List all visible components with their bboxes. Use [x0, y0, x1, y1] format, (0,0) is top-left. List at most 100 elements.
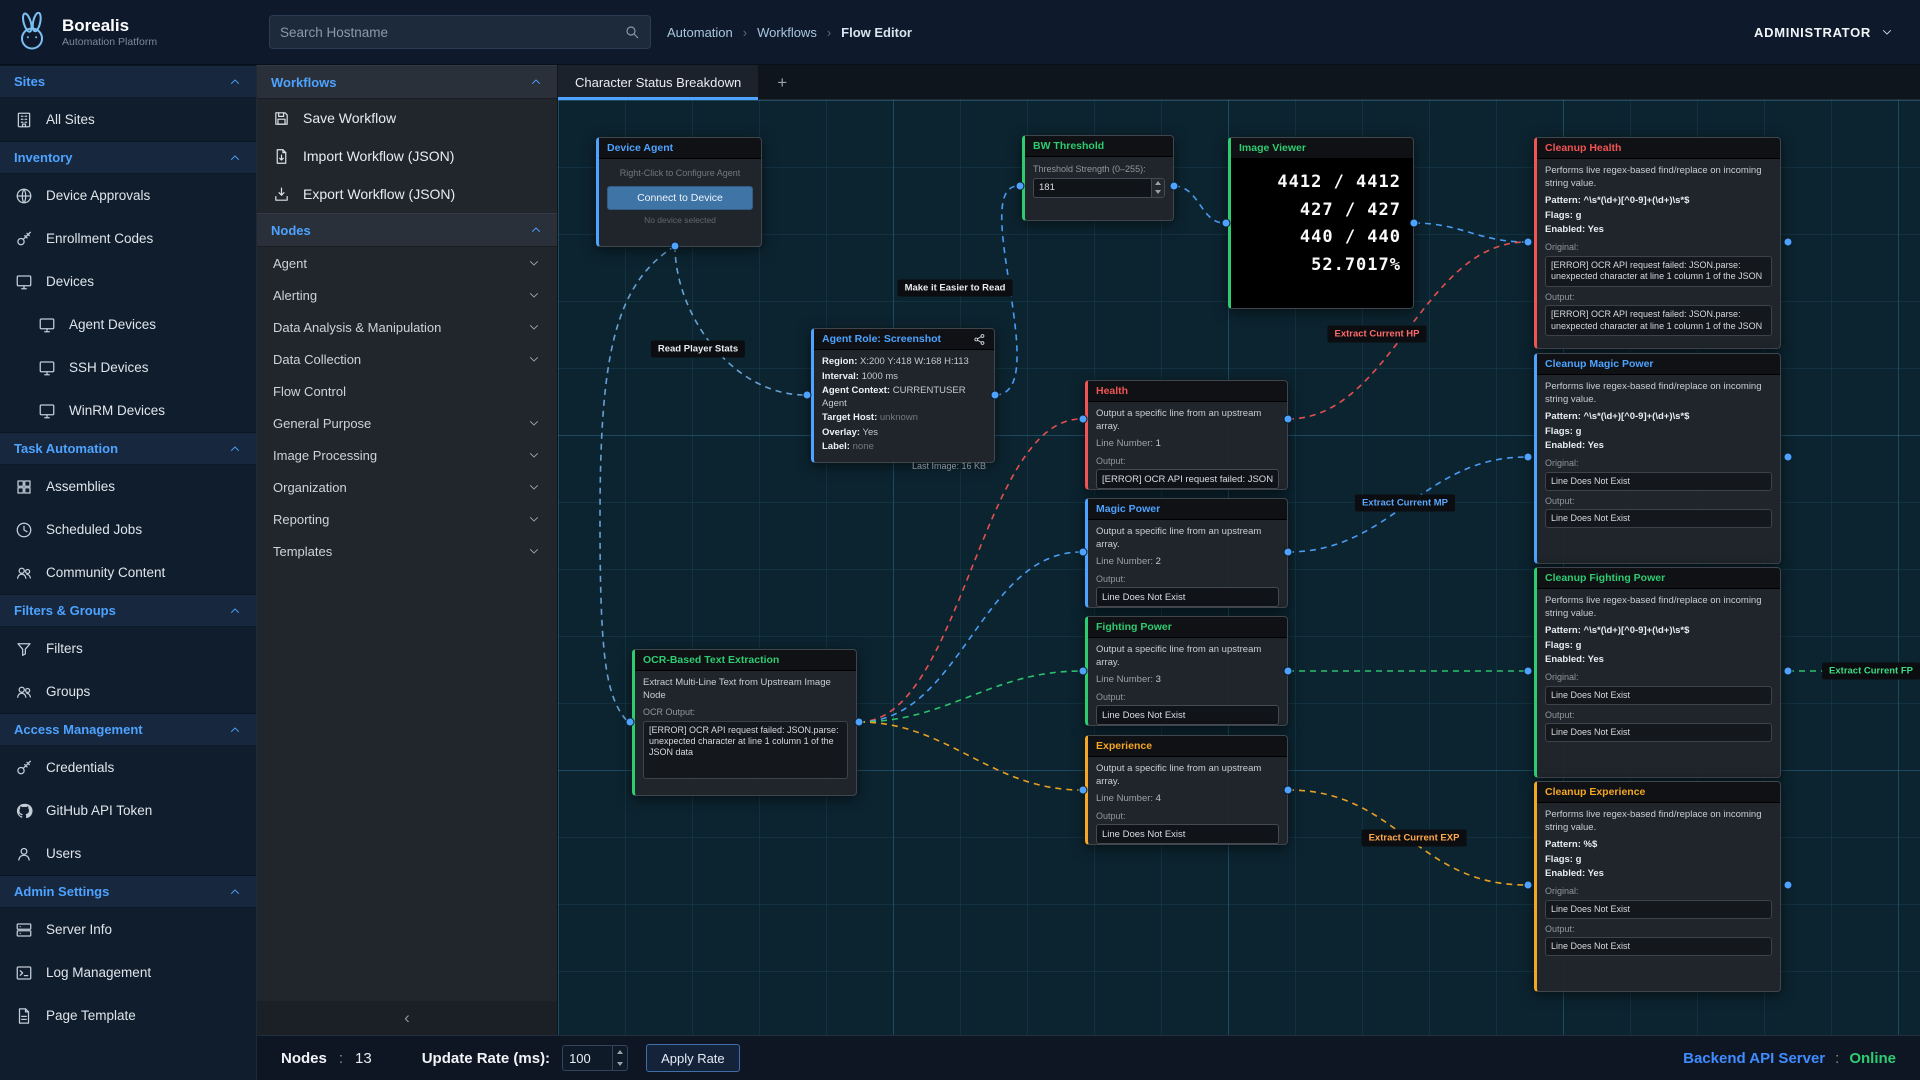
port[interactable] — [1784, 881, 1793, 890]
port[interactable] — [1524, 667, 1533, 676]
breadcrumb-workflows[interactable]: Workflows — [757, 25, 817, 40]
node-category-image-processing[interactable]: Image Processing — [257, 439, 557, 471]
output-textarea[interactable]: Line Does Not Exist — [1545, 509, 1772, 528]
node-category-agent[interactable]: Agent — [257, 247, 557, 279]
sidebar-section-access-management[interactable]: Access Management — [0, 713, 256, 746]
original-textarea[interactable]: Line Does Not Exist — [1545, 900, 1772, 919]
output-input[interactable] — [1097, 706, 1278, 724]
sidebar-item-server-info[interactable]: Server Info — [0, 908, 256, 951]
output-input[interactable] — [1097, 470, 1278, 488]
port[interactable] — [1079, 667, 1088, 676]
node-category-data-collection[interactable]: Data Collection — [257, 343, 557, 375]
connect-to-device-button[interactable]: Connect to Device — [607, 186, 753, 210]
sidebar-item-assemblies[interactable]: Assemblies — [0, 465, 256, 508]
node-ocr-text-extraction[interactable]: OCR-Based Text Extraction Extract Multi-… — [632, 649, 857, 796]
node-category-reporting[interactable]: Reporting — [257, 503, 557, 535]
port[interactable] — [1079, 786, 1088, 795]
port[interactable] — [1222, 219, 1231, 228]
node-category-organization[interactable]: Organization — [257, 471, 557, 503]
output-field[interactable] — [1096, 705, 1279, 725]
original-textarea[interactable]: [ERROR] OCR API request failed: JSON.par… — [1545, 256, 1772, 287]
port[interactable] — [1524, 238, 1533, 247]
ocr-output-textarea[interactable]: [ERROR] OCR API request failed: JSON.par… — [643, 721, 848, 779]
port[interactable] — [1284, 786, 1293, 795]
sidebar-section-filters-groups[interactable]: Filters & Groups — [0, 594, 256, 627]
add-tab-button[interactable]: + — [759, 65, 805, 100]
node-image-viewer[interactable]: Image Viewer 4412 / 4412 427 / 427 440 /… — [1228, 137, 1414, 309]
sidebar-item-enrollment-codes[interactable]: Enrollment Codes — [0, 217, 256, 260]
number-spinner[interactable] — [1151, 179, 1164, 197]
original-textarea[interactable]: Line Does Not Exist — [1545, 686, 1772, 705]
node-agent-role-screenshot[interactable]: Agent Role: Screenshot Region: X:200 Y:4… — [811, 328, 995, 463]
export-workflow-button[interactable]: Export Workflow (JSON) — [257, 175, 557, 213]
sidebar-item-winrm-devices[interactable]: WinRM Devices — [0, 389, 256, 432]
search-input[interactable] — [280, 25, 624, 40]
share-icon[interactable] — [973, 333, 986, 346]
node-category-general-purpose[interactable]: General Purpose — [257, 407, 557, 439]
spinner-down-icon[interactable] — [1152, 188, 1164, 197]
port[interactable] — [1284, 667, 1293, 676]
tab-character-status-breakdown[interactable]: Character Status Breakdown — [558, 65, 759, 100]
sidebar-item-log-management[interactable]: Log Management — [0, 951, 256, 994]
output-textarea[interactable]: Line Does Not Exist — [1545, 723, 1772, 742]
node-cleanup-experience[interactable]: Cleanup Experience Performs live regex-b… — [1534, 781, 1781, 992]
spinner-up-icon[interactable] — [1152, 179, 1164, 188]
port[interactable] — [1079, 415, 1088, 424]
sidebar-item-devices[interactable]: Devices — [0, 260, 256, 303]
port[interactable] — [1524, 881, 1533, 890]
search-icon[interactable] — [624, 24, 640, 40]
sidebar-item-all-sites[interactable]: All Sites — [0, 98, 256, 141]
port[interactable] — [1784, 238, 1793, 247]
node-category-flow-control[interactable]: Flow Control — [257, 375, 557, 407]
sidebar-section-admin-settings[interactable]: Admin Settings — [0, 875, 256, 908]
sidebar-section-task-automation[interactable]: Task Automation — [0, 432, 256, 465]
sidebar-item-groups[interactable]: Groups — [0, 670, 256, 713]
hostname-search[interactable] — [269, 15, 651, 49]
sidebar-item-ssh-devices[interactable]: SSH Devices — [0, 346, 256, 389]
port[interactable] — [671, 242, 680, 251]
port[interactable] — [803, 391, 812, 400]
port[interactable] — [1284, 548, 1293, 557]
breadcrumb-automation[interactable]: Automation — [667, 25, 733, 40]
output-textarea[interactable]: Line Does Not Exist — [1545, 937, 1772, 956]
output-textarea[interactable]: [ERROR] OCR API request failed: JSON.par… — [1545, 305, 1772, 336]
port[interactable] — [1170, 182, 1179, 191]
node-device-agent[interactable]: Device Agent Right-Click to Configure Ag… — [596, 137, 762, 247]
output-input[interactable] — [1097, 588, 1278, 606]
sidebar-item-credentials[interactable]: Credentials — [0, 746, 256, 789]
output-field[interactable] — [1096, 587, 1279, 607]
output-field[interactable] — [1096, 469, 1279, 489]
node-bw-threshold[interactable]: BW Threshold Threshold Strength (0–255): — [1022, 135, 1174, 221]
sidebar-item-device-approvals[interactable]: Device Approvals — [0, 174, 256, 217]
threshold-input[interactable] — [1034, 179, 1151, 197]
sidebar-item-github-api-token[interactable]: GitHub API Token — [0, 789, 256, 832]
port[interactable] — [626, 718, 635, 727]
node-category-templates[interactable]: Templates — [257, 535, 557, 567]
port[interactable] — [855, 718, 864, 727]
node-cleanup-fighting-power[interactable]: Cleanup Fighting Power Performs live reg… — [1534, 567, 1781, 778]
workflows-section-header[interactable]: Workflows — [257, 65, 557, 99]
sidebar-item-page-template[interactable]: Page Template — [0, 994, 256, 1037]
panel-collapse-button[interactable]: ‹ — [257, 1001, 557, 1035]
port[interactable] — [1016, 182, 1025, 191]
output-field[interactable] — [1096, 824, 1279, 844]
port[interactable] — [1524, 453, 1533, 462]
port[interactable] — [1410, 219, 1419, 228]
output-input[interactable] — [1097, 825, 1278, 843]
update-rate-stepper[interactable] — [562, 1045, 628, 1071]
node-cleanup-magic-power[interactable]: Cleanup Magic Power Performs live regex-… — [1534, 353, 1781, 564]
sidebar-item-users[interactable]: Users — [0, 832, 256, 875]
save-workflow-button[interactable]: Save Workflow — [257, 99, 557, 137]
port[interactable] — [1284, 415, 1293, 424]
threshold-stepper[interactable] — [1033, 178, 1165, 198]
apply-rate-button[interactable]: Apply Rate — [646, 1044, 740, 1072]
sidebar-item-scheduled-jobs[interactable]: Scheduled Jobs — [0, 508, 256, 551]
spinner-down-icon[interactable] — [613, 1058, 627, 1070]
node-health[interactable]: Health Output a specific line from an up… — [1085, 380, 1288, 490]
node-experience[interactable]: Experience Output a specific line from a… — [1085, 735, 1288, 845]
sidebar-section-inventory[interactable]: Inventory — [0, 141, 256, 174]
sidebar-item-agent-devices[interactable]: Agent Devices — [0, 303, 256, 346]
port[interactable] — [1784, 667, 1793, 676]
flow-canvas[interactable]: Read Player Stats Make it Easier to Read… — [558, 100, 1920, 1035]
port[interactable] — [1784, 453, 1793, 462]
